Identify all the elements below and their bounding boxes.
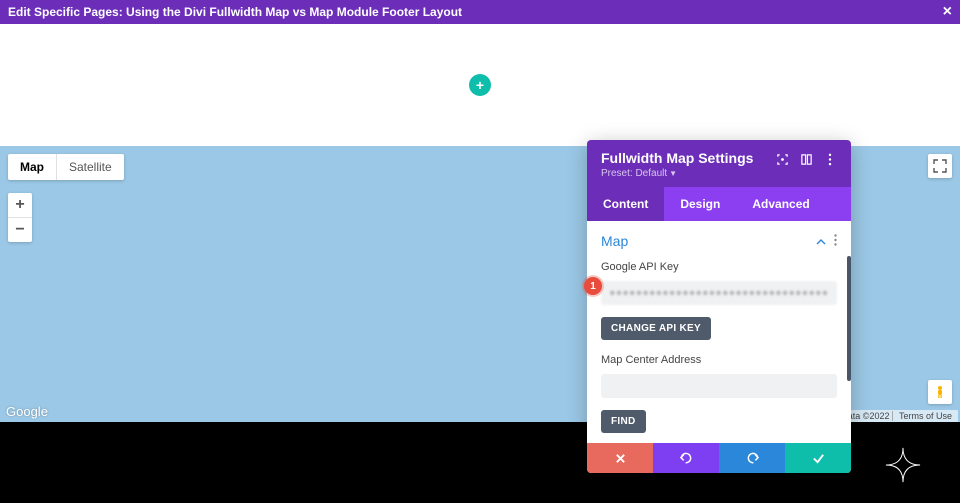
collapse-section-button[interactable] — [816, 234, 826, 248]
redo-icon — [746, 452, 759, 465]
cancel-button[interactable] — [587, 443, 653, 473]
change-api-key-button[interactable]: CHANGE API KEY — [601, 317, 711, 340]
terms-link[interactable]: Terms of Use — [896, 411, 955, 421]
api-key-label: Google API Key — [587, 257, 851, 277]
fullscreen-button[interactable] — [928, 154, 952, 178]
editor-top-bar: Edit Specific Pages: Using the Divi Full… — [0, 0, 960, 24]
sparkle-icon — [884, 446, 922, 484]
find-button[interactable]: FIND — [601, 410, 646, 433]
add-section-button[interactable]: + — [469, 74, 491, 96]
tab-content[interactable]: Content — [587, 187, 664, 221]
check-icon — [812, 452, 825, 465]
close-icon — [615, 453, 626, 464]
module-settings-panel: Fullwidth Map Settings Preset: Default▼ … — [587, 140, 851, 473]
section-title: Map — [601, 233, 628, 249]
scrollbar-thumb[interactable] — [847, 256, 851, 381]
builder-canvas-top: + — [0, 24, 960, 146]
google-watermark: Google — [6, 404, 48, 419]
section-menu-button[interactable] — [834, 234, 837, 249]
tab-advanced[interactable]: Advanced — [736, 187, 825, 221]
map-type-satellite-tab[interactable]: Satellite — [57, 154, 124, 180]
page-title: Edit Specific Pages: Using the Divi Full… — [8, 5, 462, 19]
map-center-label: Map Center Address — [587, 350, 851, 370]
section-header-map[interactable]: Map — [587, 221, 851, 257]
panel-header[interactable]: Fullwidth Map Settings Preset: Default▼ — [587, 140, 851, 187]
undo-icon — [680, 452, 693, 465]
tab-design[interactable]: Design — [664, 187, 736, 221]
callout-badge-1: 1 — [584, 277, 602, 295]
undo-button[interactable] — [653, 443, 719, 473]
map-type-control: Map Satellite — [8, 154, 124, 180]
zoom-in-button[interactable]: + — [8, 193, 32, 217]
responsive-preview-button[interactable] — [775, 152, 789, 166]
fullscreen-icon — [933, 159, 947, 173]
save-button[interactable] — [785, 443, 851, 473]
panel-menu-button[interactable] — [823, 152, 837, 166]
api-key-input[interactable] — [601, 281, 837, 305]
panel-footer — [587, 443, 851, 473]
zoom-control: + − — [8, 193, 32, 242]
panel-body: Map Google API Key CHANGE API KEY Map Ce… — [587, 221, 851, 443]
map-type-map-tab[interactable]: Map — [8, 154, 56, 180]
pegman-icon — [933, 385, 947, 399]
zoom-out-button[interactable]: − — [8, 218, 32, 242]
panel-header-tools — [775, 152, 837, 166]
panel-tabs: Content Design Advanced — [587, 187, 851, 221]
close-editor-button[interactable]: × — [943, 4, 952, 20]
columns-toggle-button[interactable] — [799, 152, 813, 166]
preset-dropdown[interactable]: Preset: Default▼ — [601, 168, 753, 179]
redo-button[interactable] — [719, 443, 785, 473]
panel-title: Fullwidth Map Settings — [601, 150, 753, 166]
map-center-input[interactable] — [601, 374, 837, 398]
pegman-button[interactable] — [928, 380, 952, 404]
